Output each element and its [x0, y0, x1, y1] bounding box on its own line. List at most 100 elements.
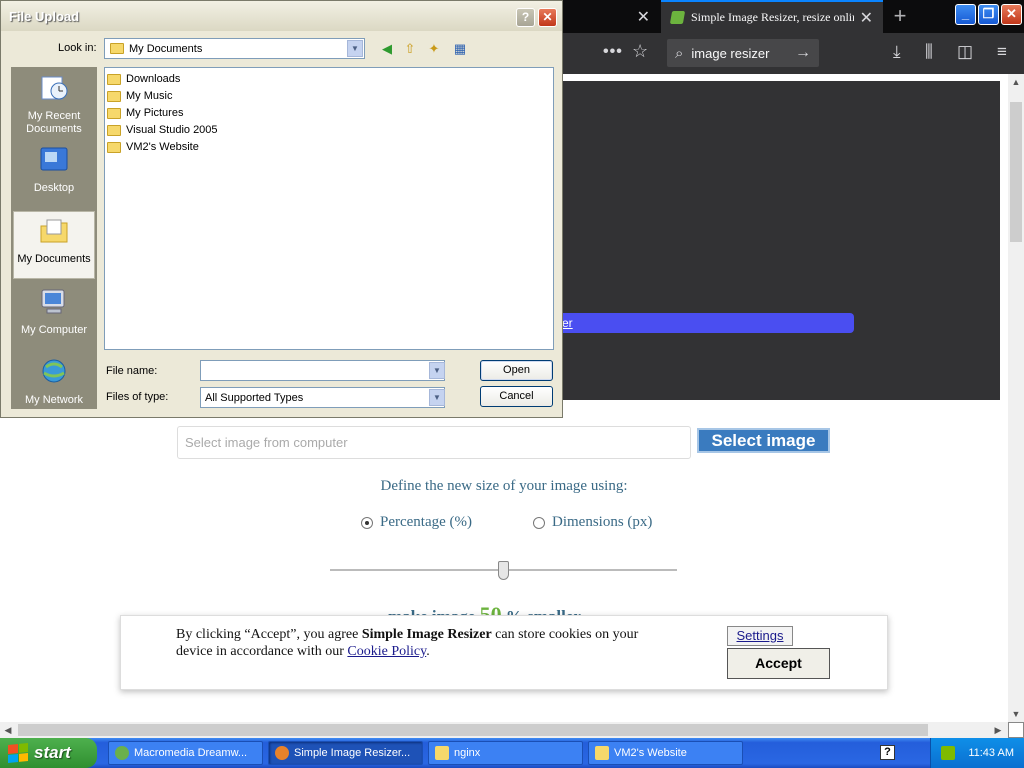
- help-button[interactable]: ?: [516, 8, 535, 27]
- cookie-text: By clicking “Accept”, you agree Simple I…: [176, 626, 676, 660]
- sidebar-icon[interactable]: ◫: [957, 42, 973, 62]
- list-item[interactable]: Downloads: [107, 71, 180, 87]
- new-tab-button[interactable]: +: [887, 0, 913, 33]
- chevron-down-icon[interactable]: ▼: [429, 362, 445, 379]
- new-folder-icon[interactable]: ✦: [425, 40, 443, 58]
- open-button[interactable]: Open: [480, 360, 553, 381]
- file-item-name: My Pictures: [126, 107, 184, 119]
- scroll-down-icon[interactable]: ▼: [1008, 706, 1024, 722]
- tab-close-icon[interactable]: ✕: [860, 8, 873, 28]
- view-menu-icon[interactable]: ▦: [451, 40, 469, 58]
- my-documents-icon: [40, 219, 68, 243]
- minimize-button[interactable]: _: [955, 4, 976, 25]
- file-item-name: Visual Studio 2005: [126, 124, 218, 136]
- dialog-close-button[interactable]: ✕: [538, 8, 557, 27]
- menu-icon[interactable]: ≡: [997, 42, 1007, 62]
- site-favicon-icon: [669, 11, 686, 24]
- horizontal-scroll-thumb[interactable]: [18, 724, 928, 736]
- vertical-scrollbar[interactable]: ▲ ▼: [1008, 74, 1024, 722]
- desktop-icon: [40, 147, 68, 171]
- cookie-brand: Simple Image Resizer: [361, 627, 492, 642]
- resize-slider-thumb[interactable]: [497, 561, 509, 580]
- scroll-up-icon[interactable]: ▲: [1008, 74, 1024, 90]
- cookie-banner: By clicking “Accept”, you agree Simple I…: [120, 615, 888, 690]
- percentage-label: Percentage (%): [380, 514, 473, 530]
- taskbar-item-dreamweaver[interactable]: Macromedia Dreamw...: [108, 741, 263, 765]
- banner-link[interactable]: er: [556, 313, 854, 333]
- tab-close-icon[interactable]: ✕: [637, 7, 650, 27]
- file-item-name: VM2's Website: [126, 141, 199, 153]
- downloads-icon[interactable]: ⤓: [893, 42, 901, 62]
- tab-inactive[interactable]: ✕: [560, 0, 660, 33]
- help-icon[interactable]: ?: [880, 745, 895, 760]
- folder-icon: [110, 43, 124, 54]
- cookie-accept-button[interactable]: Accept: [727, 648, 830, 679]
- scroll-left-icon[interactable]: ◀: [0, 722, 16, 738]
- files-of-type-dropdown[interactable]: All Supported Types: [200, 387, 445, 408]
- cookie-policy-link[interactable]: Cookie Policy: [347, 644, 426, 659]
- place-my-network[interactable]: My Network: [13, 353, 95, 421]
- maximize-button[interactable]: ❐: [978, 4, 999, 25]
- recent-documents-icon: [41, 76, 68, 100]
- file-name-field[interactable]: [200, 360, 445, 381]
- scroll-right-icon[interactable]: ▶: [990, 722, 1006, 738]
- folder-icon: [107, 73, 121, 85]
- cancel-button[interactable]: Cancel: [480, 386, 553, 407]
- tab-simple-image-resizer[interactable]: Simple Image Resizer, resize online ✕: [661, 0, 883, 33]
- folder-icon: [107, 124, 121, 136]
- list-item[interactable]: Visual Studio 2005: [107, 122, 218, 138]
- taskbar-item-nginx[interactable]: nginx: [428, 741, 583, 765]
- dreamweaver-icon: [115, 746, 129, 760]
- taskbar-item-firefox[interactable]: Simple Image Resizer...: [268, 741, 423, 765]
- place-label: My Network: [24, 394, 84, 406]
- place-label: My Computer: [20, 324, 88, 336]
- look-in-dropdown[interactable]: My Documents ▼: [104, 38, 365, 59]
- taskbar-item-vm2-website[interactable]: VM2's Website: [588, 741, 743, 765]
- network-tray-icon[interactable]: [941, 746, 955, 760]
- file-item-name: Downloads: [126, 73, 181, 85]
- up-folder-icon[interactable]: ⇧: [401, 40, 419, 58]
- place-my-computer[interactable]: My Computer: [13, 283, 95, 351]
- file-list[interactable]: Downloads My Music My Pictures Visual St…: [104, 67, 554, 350]
- select-image-button[interactable]: Select image: [697, 428, 830, 453]
- library-icon[interactable]: ⫼: [925, 42, 933, 62]
- system-tray: 11:43 AM: [930, 738, 1024, 768]
- my-computer-icon: [41, 289, 65, 314]
- page-actions-menu-icon[interactable]: •••: [603, 43, 623, 61]
- chevron-down-icon[interactable]: ▼: [347, 40, 363, 57]
- places-bar: My Recent Documents Desktop My Documents…: [11, 67, 97, 409]
- place-desktop[interactable]: Desktop: [13, 141, 95, 209]
- vertical-scroll-thumb[interactable]: [1010, 102, 1022, 242]
- bookmark-star-icon[interactable]: ☆: [632, 41, 648, 62]
- clock[interactable]: 11:43 AM: [968, 747, 1014, 759]
- list-item[interactable]: My Pictures: [107, 105, 183, 121]
- page-banner: [556, 81, 1000, 400]
- cookie-settings-button[interactable]: Settings: [727, 626, 793, 646]
- list-item[interactable]: VM2's Website: [107, 139, 199, 155]
- dimensions-option[interactable]: Dimensions (px): [533, 514, 652, 531]
- place-my-recent-documents[interactable]: My Recent Documents: [13, 69, 95, 137]
- search-input[interactable]: image resizer: [691, 46, 795, 61]
- dimensions-radio[interactable]: [533, 516, 545, 529]
- folder-icon: [107, 90, 121, 102]
- windows-logo-icon: [8, 742, 28, 764]
- list-item[interactable]: My Music: [107, 88, 172, 104]
- file-path-input[interactable]: Select image from computer: [177, 426, 691, 459]
- percentage-option[interactable]: Percentage (%): [361, 514, 472, 531]
- chevron-down-icon[interactable]: ▼: [429, 389, 445, 406]
- folder-icon: [107, 107, 121, 119]
- dialog-title-bar[interactable]: File Upload ? ✕: [1, 1, 562, 31]
- search-icon: ⌕: [675, 44, 684, 62]
- horizontal-scrollbar[interactable]: ◀ ▶: [0, 722, 1008, 738]
- file-upload-dialog: File Upload ? ✕ Look in: My Documents ▼ …: [0, 0, 563, 418]
- place-my-documents[interactable]: My Documents: [13, 211, 95, 279]
- taskbar-item-label: Simple Image Resizer...: [294, 747, 411, 759]
- percentage-radio[interactable]: [361, 516, 373, 529]
- place-label: My Documents: [17, 253, 91, 265]
- back-icon[interactable]: ◀: [378, 40, 396, 58]
- search-go-icon[interactable]: →: [795, 44, 811, 62]
- close-window-button[interactable]: ✕: [1001, 4, 1022, 25]
- taskbar-item-label: Macromedia Dreamw...: [134, 747, 248, 759]
- search-box[interactable]: ⌕ image resizer →: [667, 39, 819, 67]
- start-button[interactable]: start: [0, 738, 97, 768]
